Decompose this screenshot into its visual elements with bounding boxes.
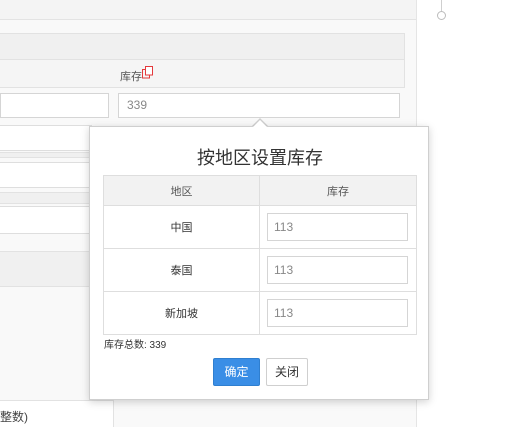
popover-arrow-fill: [253, 120, 267, 127]
stock-total-input[interactable]: 339: [118, 93, 400, 118]
table-row: 新加坡: [103, 291, 417, 335]
background-input[interactable]: [0, 93, 109, 118]
stock-input-china[interactable]: [267, 213, 408, 241]
stock-cell: [259, 291, 417, 335]
stock-column-header: 库存: [259, 175, 417, 206]
region-stock-popover: 按地区设置库存 地区 库存 中国 泰国 新加坡: [89, 126, 429, 400]
stock-column-header: 库存: [120, 71, 142, 83]
table-header-row: 地区 库存: [103, 175, 417, 206]
background-partial-text: 整数): [0, 410, 28, 424]
region-stock-table: 地区 库存 中国 泰国 新加坡: [103, 175, 417, 335]
region-column-header: 地区: [103, 175, 260, 206]
background-table-header: [0, 60, 405, 88]
region-cell: 新加坡: [103, 291, 260, 335]
table-row: 泰国: [103, 248, 417, 292]
copy-icon[interactable]: [142, 66, 154, 79]
stock-total-input-value: 339: [127, 98, 148, 112]
close-button[interactable]: 关闭: [266, 358, 308, 386]
stock-input-thailand[interactable]: [267, 256, 408, 284]
popover-title: 按地区设置库存: [197, 148, 323, 168]
stock-input-singapore[interactable]: [267, 299, 408, 327]
background-row-input[interactable]: [0, 125, 92, 151]
background-section-band: [0, 251, 92, 287]
region-cell: 泰国: [103, 248, 260, 292]
stock-cell: [259, 248, 417, 292]
stock-cell: [259, 205, 417, 249]
background-top-bar: [0, 0, 416, 20]
background-strip: [0, 192, 92, 204]
table-row: 中国: [103, 205, 417, 249]
background-strip: [0, 152, 92, 158]
background-row-input[interactable]: [0, 162, 92, 188]
background-row-input[interactable]: [0, 206, 92, 234]
confirm-button[interactable]: 确定: [213, 358, 260, 386]
background-section-header: [0, 33, 405, 60]
region-cell: 中国: [103, 205, 260, 249]
timeline-dot-icon: [437, 11, 446, 20]
stock-total-label: 库存总数: 339: [104, 340, 167, 351]
